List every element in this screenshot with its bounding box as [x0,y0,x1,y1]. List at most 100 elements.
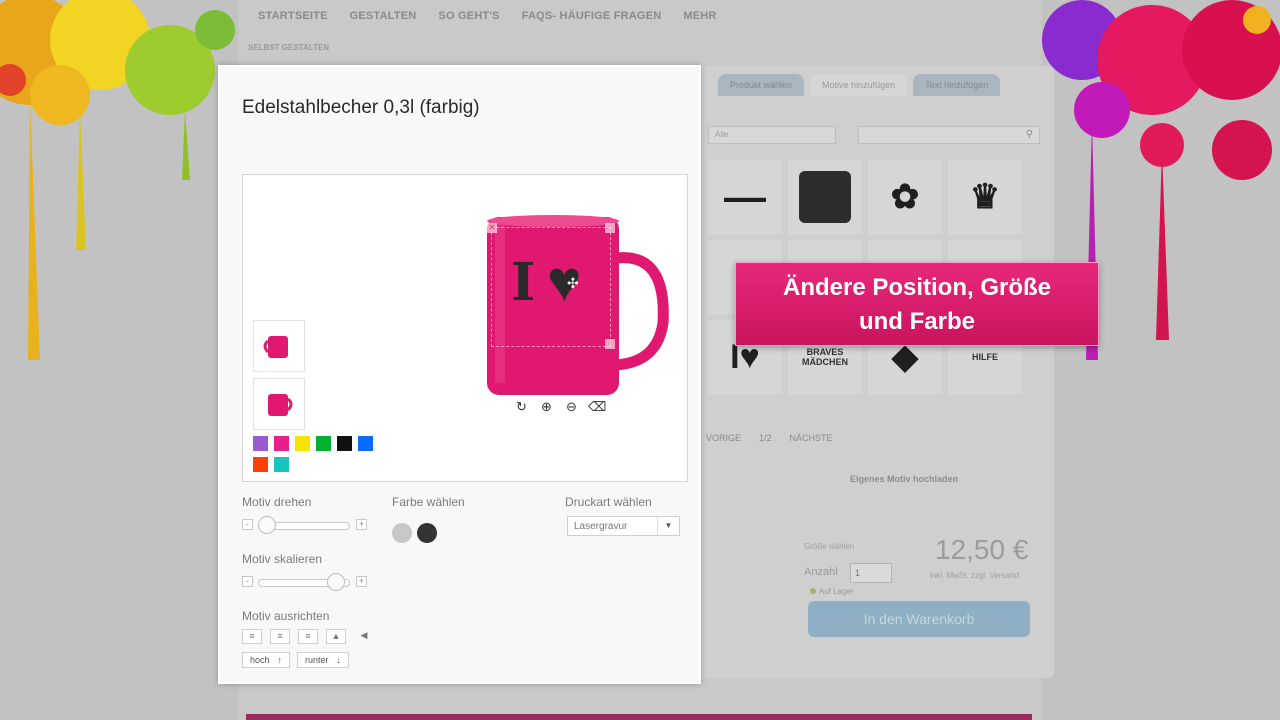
engraving-color-dark[interactable] [417,523,437,543]
price-note: inkl. MwSt. zzgl. Versand [930,571,1019,580]
motif-hilfe: HILFE [972,352,998,362]
scale-slider[interactable]: - + [242,573,368,591]
motif-item[interactable]: ♛ [948,160,1022,234]
motif-letter: I [511,252,536,313]
tutorial-callout: Ändere Position, Größe und Farbe [735,262,1099,346]
size-label: Größe wählen [804,542,855,551]
motif-braves-maedchen: BRAVES MÄDCHEN [802,347,848,367]
align-left-icon[interactable]: ≡ [242,629,262,644]
move-up-button[interactable]: hoch ↑ [242,652,291,668]
rotate-slider-knob[interactable] [258,516,277,534]
align-right-icon[interactable]: ≡ [298,629,318,644]
nav-so-gehts[interactable]: SO GEHT'S [438,10,499,22]
rotate-label: Motiv drehen [242,495,312,509]
tab-produkt-waehlen[interactable]: Produkt wählen [718,74,805,96]
diamond-icon: ◆ [891,338,919,376]
rotate-plus-button[interactable]: + [356,519,367,530]
search-icon: ⚲ [1025,129,1033,140]
pager-next[interactable]: NÄCHSTE [790,433,833,443]
quantity-label: Anzahl [804,566,838,578]
callout-line-1: Ändere Position, Größe [782,274,1052,301]
mug-thumbnail-icon [268,394,293,416]
move-icon[interactable]: ✣ [567,275,579,292]
color-swatch[interactable] [253,436,268,451]
mug-thumbnail-icon [263,336,288,358]
color-swatch[interactable] [274,436,289,451]
callout-line-2: und Farbe [858,308,975,335]
color-label: Farbe wählen [392,495,465,509]
paw-icon: ✿ [890,178,920,216]
align-center-icon[interactable]: ≡ [270,629,290,644]
delete-handle-icon[interactable]: ✕ [487,223,497,233]
arrow-down-icon: ↓ [336,655,342,665]
engraving-color-silver[interactable] [392,523,412,543]
product-preview: ✕ I ♥ ✣ ↻ ⊕ ⊖ ⌫ [242,174,688,482]
resize-handle-icon[interactable] [605,339,615,349]
nav-faqs[interactable]: FAQS- HÄUFIGE FRAGEN [522,10,662,22]
color-swatch[interactable] [358,436,373,451]
nav-gestalten[interactable]: GESTALTEN [350,10,417,22]
view-thumbnail-front[interactable] [253,320,305,372]
scale-label: Motiv skalieren [242,552,323,566]
upload-motif-button[interactable]: Eigenes Motiv hochladen [850,474,958,484]
i-love-icon: I♥ [730,338,760,376]
nav-mehr[interactable]: MEHR [683,10,716,22]
quantity-input[interactable]: 1 [850,563,892,583]
motif-category-select[interactable]: Alle [708,126,836,144]
zoom-in-icon[interactable]: ⊕ [538,398,555,415]
color-swatch[interactable] [274,457,289,472]
mug-icon [799,171,851,223]
trash-icon[interactable]: ⌫ [588,398,606,415]
print-type-label: Druckart wählen [565,495,652,509]
arrow-up-icon: ↑ [277,655,283,665]
rotate-minus-button[interactable]: - [242,519,253,530]
stock-label: Auf Lager [819,587,854,596]
chevron-down-icon: ▼ [657,517,679,535]
zoom-out-icon[interactable]: ⊖ [563,398,580,415]
stock-dot-icon [810,588,816,594]
move-buttons: hoch ↑ runter ↓ [242,652,350,668]
color-swatch[interactable] [316,436,331,451]
main-navigation: STARTSEITE GESTALTEN SO GEHT'S FAQS- HÄU… [258,10,717,22]
move-down-button[interactable]: runter ↓ [297,652,350,668]
color-swatch[interactable] [295,436,310,451]
align-top-icon[interactable]: ▲ [326,629,346,644]
motif-item[interactable]: ▬▬▬ [708,160,782,234]
pager-previous[interactable]: VORIGE [706,433,741,443]
scale-minus-button[interactable]: - [242,576,253,587]
nav-startseite[interactable]: STARTSEITE [258,10,328,22]
pager-page: 1/2 [759,433,772,443]
motif-search-input[interactable]: ⚲ [858,126,1040,144]
scale-plus-button[interactable]: + [356,576,367,587]
print-type-select[interactable]: Lasergravur ▼ [567,516,680,536]
tab-motive-hinzufuegen[interactable]: Motive hinzufügen [810,74,908,96]
motif-toolbar: ↻ ⊕ ⊖ ⌫ [507,396,611,417]
stock-status: Auf Lager [810,587,854,596]
designer-tabs: Produkt wählen Motive hinzufügen Text hi… [718,74,1001,96]
paint-splash-right [1042,0,1280,720]
rotate-slider[interactable]: - + [242,516,368,534]
add-to-cart-button[interactable]: In den Warenkorb [808,601,1030,637]
align-buttons: ≡ ≡ ≡ ▲ ◀ [242,629,374,644]
price: 12,50 € [935,534,1029,565]
breadcrumb: SELBST GESTALTEN [248,43,330,52]
product-title: Edelstahlbecher 0,3l (farbig) [242,97,480,118]
color-swatches [253,436,393,472]
motif-pager: VORIGE 1/2 NÄCHSTE [706,433,833,443]
tab-text-hinzufuegen[interactable]: Text hinzufügen [913,74,1001,96]
color-swatch[interactable] [337,436,352,451]
color-swatch[interactable] [253,457,268,472]
align-label: Motiv ausrichten [242,609,330,623]
align-side-icon[interactable]: ◀ [354,629,374,644]
paint-splash-left [0,0,240,720]
rotate-icon[interactable]: ↻ [513,398,530,415]
motif-item[interactable]: ✿ [868,160,942,234]
mug-preview: ✕ I ♥ ✣ ↻ ⊕ ⊖ ⌫ [485,213,675,433]
scale-slider-knob[interactable] [327,573,346,591]
motif-item[interactable] [788,160,862,234]
crown-icon: ♛ [969,178,1001,216]
product-customizer-modal: Edelstahlbecher 0,3l (farbig) ✕ I ♥ ✣ ↻ … [218,65,701,684]
print-type-value: Lasergravur [574,521,628,532]
view-thumbnail-back[interactable] [253,378,305,430]
corner-handle-icon[interactable] [605,223,615,233]
